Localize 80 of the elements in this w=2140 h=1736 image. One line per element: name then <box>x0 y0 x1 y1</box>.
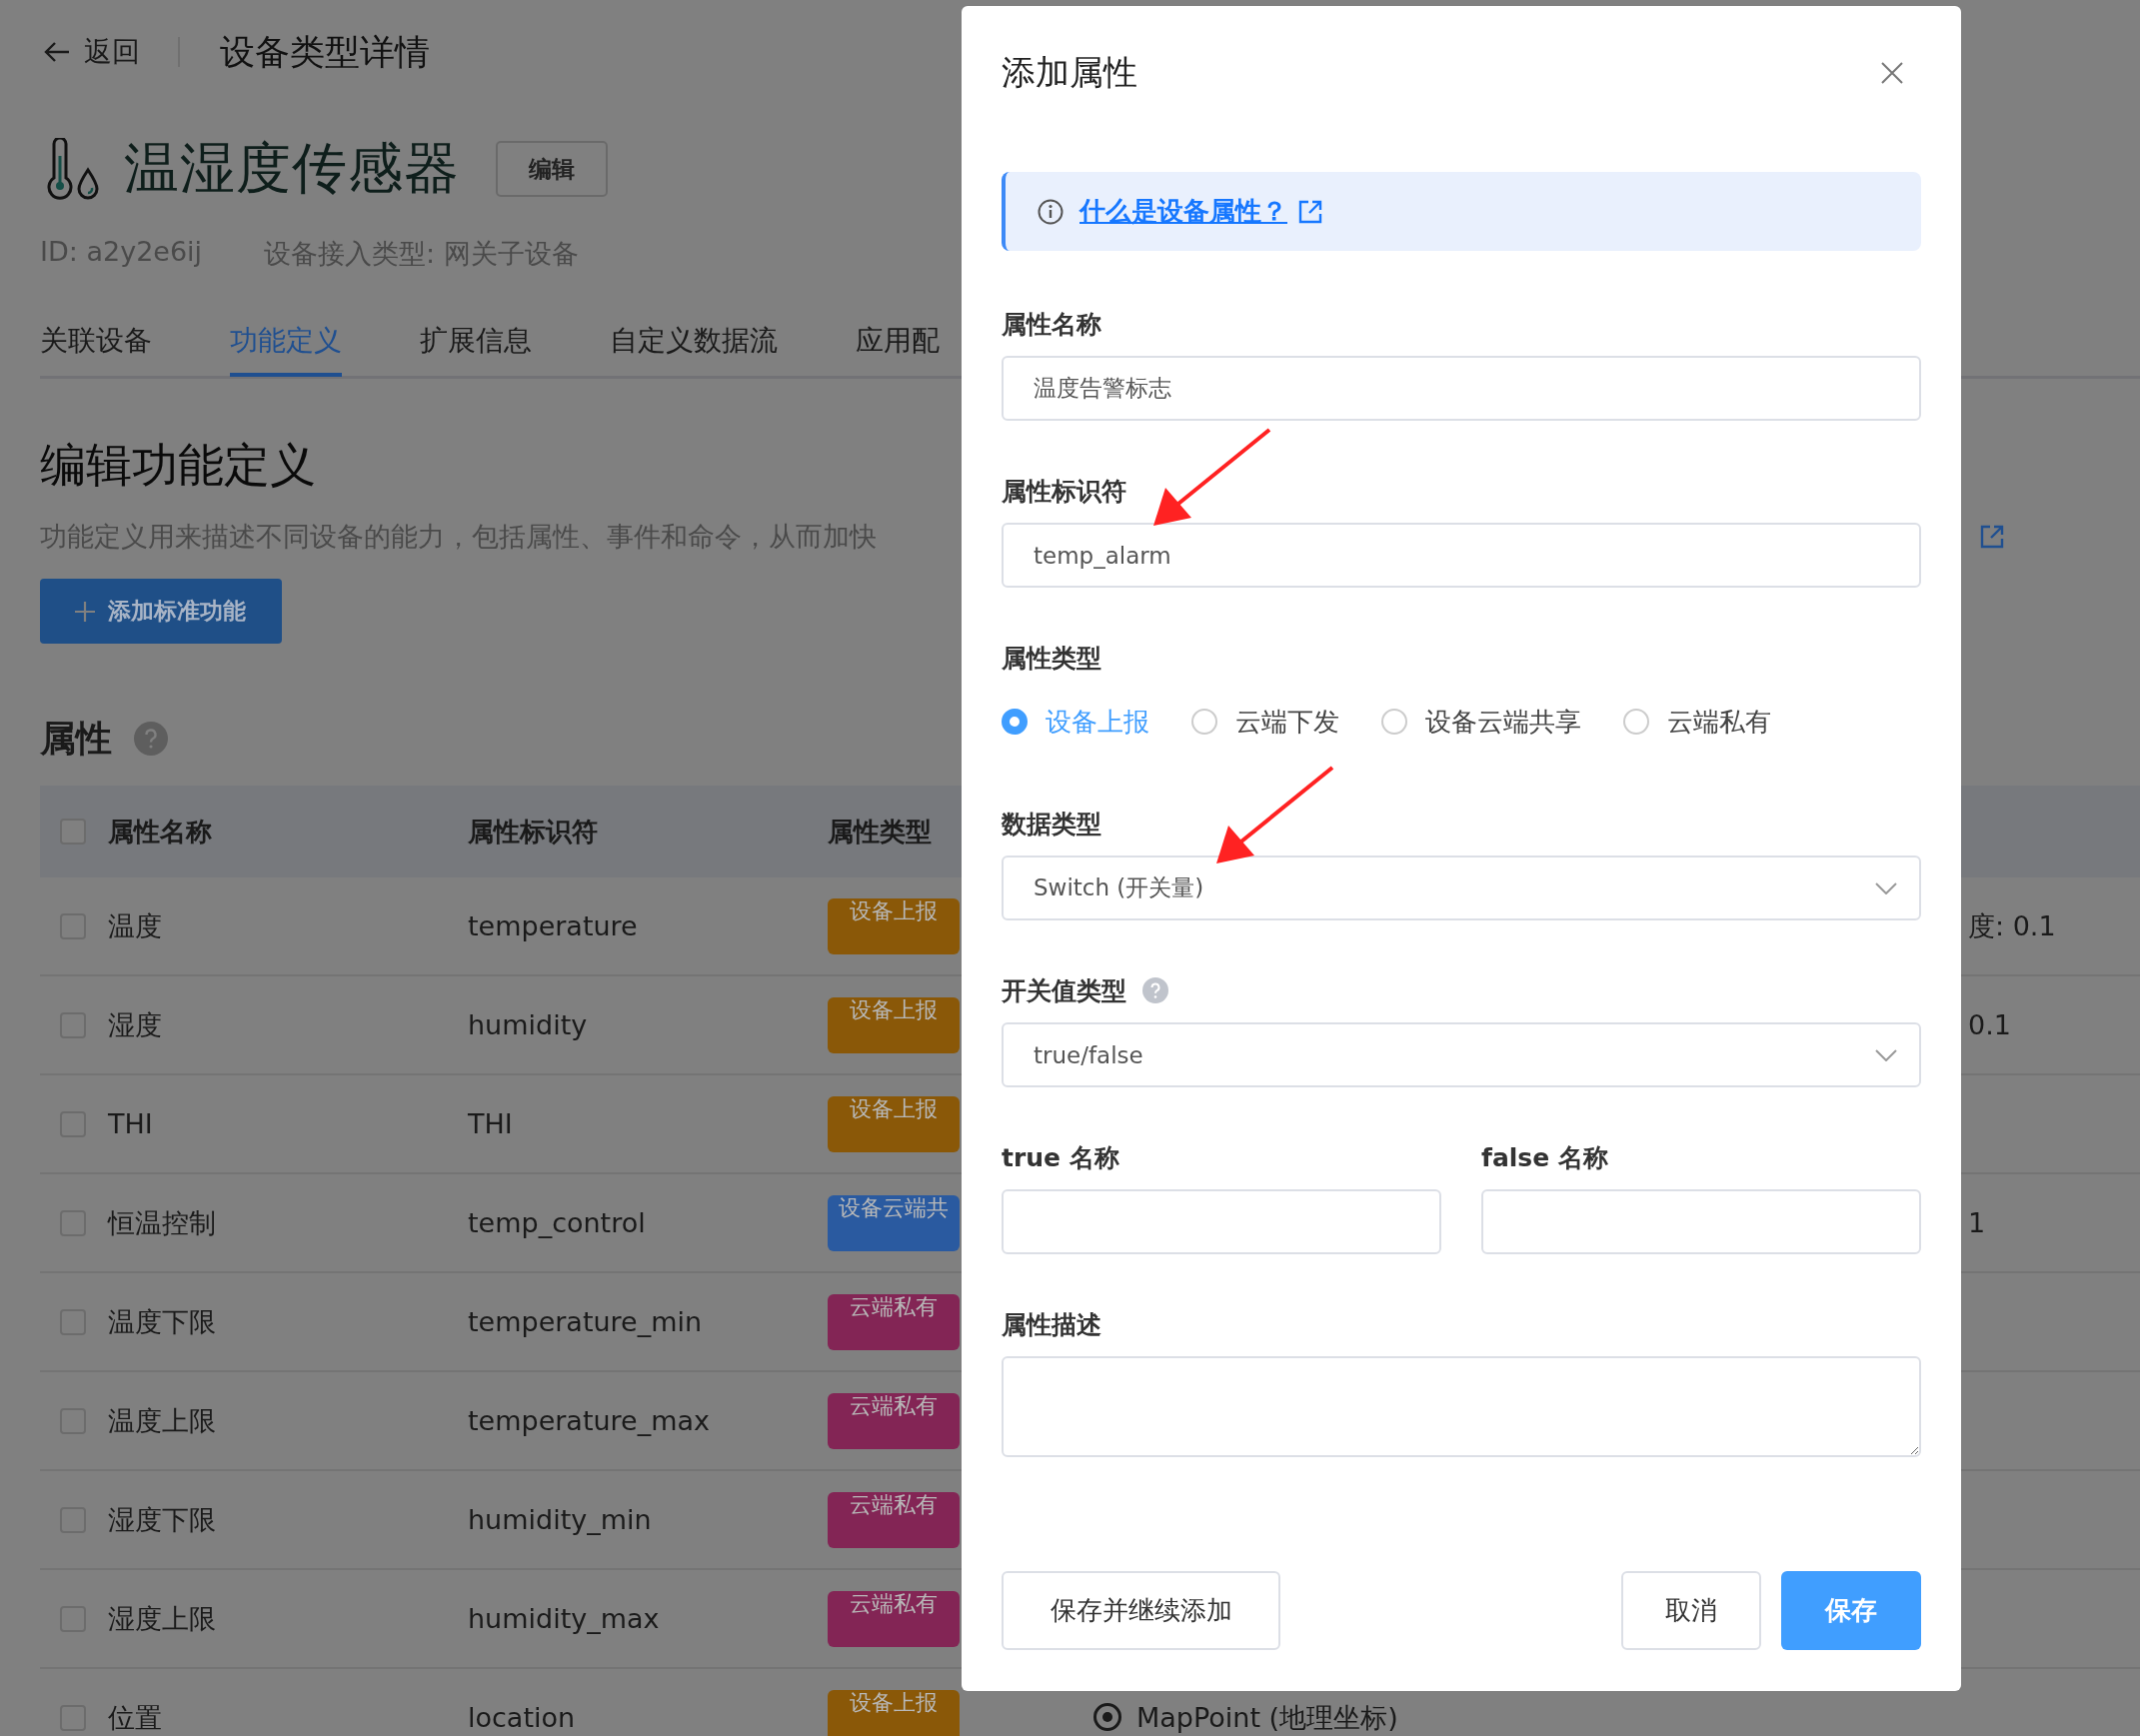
field-label: 属性名称 <box>1002 308 1101 341</box>
section-title: 编辑功能定义 <box>40 437 316 494</box>
tab[interactable]: 自定义数据流 <box>610 322 778 373</box>
add-standard-function-button[interactable]: 添加标准功能 <box>40 579 282 644</box>
table-cell-text: 位置 <box>108 1701 163 1733</box>
table-cell-text: temp_control <box>468 1206 647 1238</box>
table-cell-text: 温度 <box>108 909 163 941</box>
tab[interactable]: 应用配 <box>856 322 940 373</box>
field-label: 属性类型 <box>1002 642 1101 675</box>
column-header: 属性标识符 <box>468 816 598 847</box>
info-icon <box>1038 198 1064 225</box>
input-field[interactable]: 温度告警标志 <box>1002 356 1921 421</box>
target-icon <box>1092 1702 1122 1733</box>
radio-option[interactable]: 设备云端共享 <box>1381 704 1581 740</box>
table-cell-text: humidity_min <box>468 1503 653 1535</box>
device-name: 温湿度传感器 <box>124 135 460 202</box>
field-label: 数据类型 <box>1002 808 1101 841</box>
help-icon[interactable] <box>1142 977 1168 1003</box>
column-header: 属性类型 <box>828 816 932 847</box>
table-cell-text: location <box>468 1701 577 1733</box>
table-cell: MapPoint (地理坐标) <box>1136 1701 1398 1733</box>
section-heading: 属性 <box>40 716 112 761</box>
table-cell-text: 湿度上限 <box>108 1602 217 1634</box>
back-label: 返回 <box>84 34 140 70</box>
table-cell-text: THI <box>468 1107 514 1139</box>
select-field[interactable]: Switch (开关量) <box>1002 856 1921 920</box>
type-tag: 设备云端共 <box>828 1194 960 1251</box>
table-cell-text: humidity <box>468 1008 589 1040</box>
select-field[interactable]: true/false <box>1002 1022 1921 1087</box>
tab[interactable]: 关联设备 <box>40 322 152 373</box>
type-tag: 设备上报 <box>828 1095 960 1152</box>
dialog-button[interactable]: 取消 <box>1621 1571 1761 1650</box>
plus-icon <box>74 600 96 623</box>
field-label: 属性描述 <box>1002 1308 1101 1341</box>
input-field[interactable]: temp_alarm <box>1002 523 1921 588</box>
chevron-down-icon <box>1875 1048 1897 1061</box>
type-tag: 云端私有 <box>828 1491 960 1548</box>
table-cell-text: temperature_max <box>468 1404 712 1436</box>
dialog-title: 添加属性 <box>1002 51 1137 94</box>
radio-option[interactable]: 设备上报 <box>1002 704 1149 740</box>
external-link-icon[interactable] <box>1979 524 2005 550</box>
close-icon[interactable] <box>1880 61 1904 85</box>
table-cell: 度: 0.1 <box>1968 909 2056 941</box>
table-cell-text: 温度上限 <box>108 1404 217 1436</box>
type-tag: 设备上报 <box>828 897 960 954</box>
field-label: false 名称 <box>1481 1141 1608 1174</box>
column-header: 属性名称 <box>108 816 212 847</box>
radio-option[interactable]: 云端私有 <box>1623 704 1771 740</box>
help-icon[interactable] <box>134 722 168 756</box>
external-link-icon[interactable] <box>1297 198 1323 225</box>
type-tag: 设备上报 <box>828 1689 960 1736</box>
save-button[interactable]: 保存 <box>1781 1571 1921 1650</box>
help-link[interactable]: 什么是设备属性？ <box>1079 194 1287 229</box>
type-tag: 云端私有 <box>828 1293 960 1350</box>
chevron-down-icon <box>1875 881 1897 894</box>
textarea-field[interactable] <box>1002 1356 1921 1457</box>
type-tag: 云端私有 <box>828 1590 960 1647</box>
table-cell-text: 温度下限 <box>108 1305 217 1337</box>
page-title: 设备类型详情 <box>220 30 430 74</box>
field-label: 属性标识符 <box>1002 475 1126 508</box>
input-field[interactable] <box>1002 1189 1441 1254</box>
table-cell-text: humidity_max <box>468 1602 661 1634</box>
table-cell-text: 湿度下限 <box>108 1503 217 1535</box>
table-cell-text: temperature_min <box>468 1305 704 1337</box>
type-tag: 设备上报 <box>828 996 960 1053</box>
field-label: true 名称 <box>1002 1141 1119 1174</box>
table-cell: 1 <box>1968 1206 1986 1238</box>
input-field[interactable] <box>1481 1189 1921 1254</box>
radio-option[interactable]: 云端下发 <box>1191 704 1339 740</box>
dialog-button[interactable]: 保存并继续添加 <box>1002 1571 1280 1650</box>
field-label: 开关值类型 <box>1002 974 1126 1007</box>
table-cell-text: 湿度 <box>108 1008 163 1040</box>
back-arrow-icon <box>44 41 70 63</box>
table-cell: 0.1 <box>1968 1008 2011 1040</box>
table-cell-text: 恒温控制 <box>108 1206 217 1238</box>
edit-button[interactable]: 编辑 <box>496 141 608 197</box>
type-tag: 云端私有 <box>828 1392 960 1449</box>
table-cell-text: THI <box>108 1107 154 1139</box>
tab[interactable]: 扩展信息 <box>420 322 532 373</box>
table-cell-text: temperature <box>468 909 639 941</box>
